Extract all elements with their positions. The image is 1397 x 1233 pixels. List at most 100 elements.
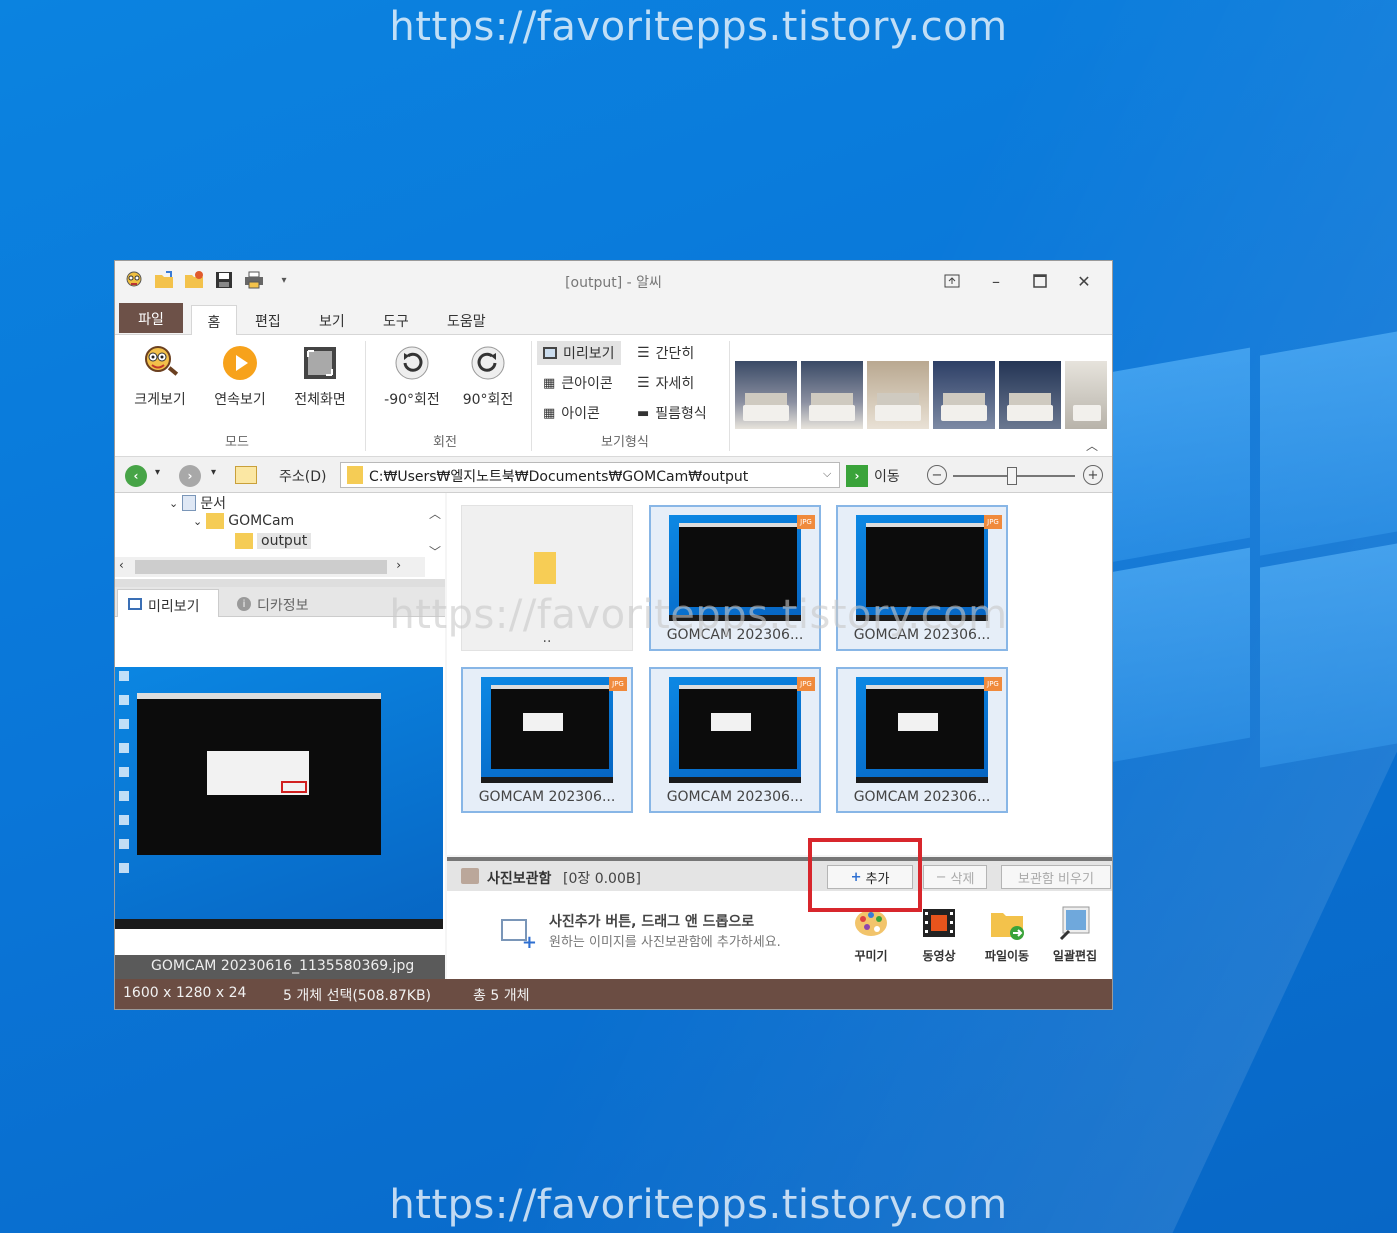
ribbon-collapse-icon[interactable]: ︿ [1086,437,1098,454]
tree-horizontal-scrollbar[interactable]: ‹ › [115,557,425,577]
zoom-in-icon[interactable]: + [1083,465,1103,485]
slideshow-label: 연속보기 [214,392,266,408]
view-option-icons[interactable]: ▦ 아이콘 [543,401,600,425]
album-delete-button[interactable]: − 삭제 [923,865,987,889]
rotate-left-label: -90°회전 [384,392,440,408]
file-thumbnail[interactable]: JPG GOMCAM 202306... [836,667,1008,813]
folder-move-icon [989,905,1025,941]
view-option-filmstrip[interactable]: ▬ 필름형식 [637,401,707,425]
tab-help[interactable]: 도움말 [435,305,498,335]
large-icons-icon: ▦ [543,375,556,391]
view-option-large-icons[interactable]: ▦ 큰아이콘 [543,371,613,395]
tree-item-gomcam[interactable]: ⌄ GOMCam [193,513,294,529]
view-option-simple[interactable]: ☰ 간단히 [637,341,694,365]
play-icon [220,343,260,383]
decorate-button[interactable]: 꾸미기 [841,905,901,964]
video-button[interactable]: 동영상 [909,905,969,964]
gallery-thumb[interactable] [735,361,797,429]
scrollbar-thumb[interactable] [135,560,387,574]
address-dropdown-icon[interactable]: ⌵ [823,467,831,481]
folder-icon [235,533,253,549]
file-thumbnail[interactable]: JPG GOMCAM 202306... [649,667,821,813]
ribbon-gallery [735,361,1107,429]
pane-splitter[interactable] [115,579,445,587]
scroll-right-icon[interactable]: › [396,558,401,572]
maximize-button[interactable] [1018,267,1062,295]
folder-icon [347,466,363,484]
go-label[interactable]: 이동 [874,466,900,486]
watermark-middle: https://favoritepps.tistory.com [389,592,1008,638]
gallery-thumb[interactable] [867,361,929,429]
album-hint-title: 사진추가 버튼, 드래그 앤 드롭으로 [549,914,755,930]
album-count: [0장 0.00B] [563,871,641,887]
status-bar: 1600 x 1280 x 24 5 개체 선택(508.87KB) 총 5 개… [115,979,1112,1009]
tab-tools[interactable]: 도구 [371,305,421,335]
tab-edit[interactable]: 편집 [243,305,293,335]
gallery-thumb[interactable] [801,361,863,429]
tab-file[interactable]: 파일 [119,303,183,333]
windows-logo [1110,320,1397,850]
rotate-right-button[interactable]: 90°회전 [453,343,523,409]
close-button[interactable]: ✕ [1062,267,1106,295]
jpg-badge-icon: JPG [797,677,815,691]
status-selection: 5 개체 선택(508.87KB) [283,988,432,1004]
album-hint-body: 원하는 이미지를 사진보관함에 추가하세요. [549,935,781,950]
tree-item-output[interactable]: output [235,533,312,549]
window-controls: – ✕ [930,267,1106,295]
zoom-out-icon[interactable]: − [927,465,947,485]
back-dropdown-icon[interactable]: ▾ [155,467,160,478]
jpg-badge-icon: JPG [984,677,1002,691]
mini-mode-icon[interactable] [930,267,974,295]
forward-dropdown-icon[interactable]: ▾ [211,467,216,478]
zoom-slider-thumb[interactable] [1006,467,1017,485]
status-dimensions: 1600 x 1280 x 24 [123,985,247,1001]
magnifier-mascot-icon [140,343,180,383]
scroll-left-icon[interactable]: ‹ [119,558,124,572]
status-total: 총 5 개체 [473,988,530,1004]
gallery-thumb[interactable] [1065,361,1107,429]
watermark-top: https://favoritepps.tistory.com [389,4,1008,50]
folder-tree: ⌄ 문서 ⌄ GOMCam output ︿ ﹀ ‹ › [115,493,445,579]
view-option-details[interactable]: ☰ 자세히 [637,371,694,395]
jpg-badge-icon: JPG [609,677,627,691]
list-view-icon: ☰ [637,345,650,361]
chevron-down-icon[interactable]: ⌄ [169,497,178,510]
photo-album-bar: 사진보관함 [0장 0.00B] + 추가 − 삭제 보관함 비우기 [447,857,1112,891]
rotate-left-button[interactable]: -90°회전 [377,343,447,409]
large-view-button[interactable]: 크게보기 [125,343,195,409]
small-icons-icon: ▦ [543,405,556,421]
red-highlight-box [808,838,922,912]
fullscreen-label: 전체화면 [294,392,346,408]
minimize-button[interactable]: – [974,267,1018,295]
batch-edit-button[interactable]: 일괄편집 [1045,905,1105,964]
back-icon[interactable]: ‹ [125,465,147,487]
tree-item-documents[interactable]: ⌄ 문서 [169,493,226,513]
preview-view-icon [543,347,557,359]
details-view-icon: ☰ [637,375,650,391]
album-clear-button[interactable]: 보관함 비우기 [1001,865,1111,889]
gallery-thumb[interactable] [933,361,995,429]
jpg-badge-icon: JPG [797,515,815,529]
file-thumbnail[interactable]: JPG GOMCAM 202306... [461,667,633,813]
large-view-label: 크게보기 [134,392,186,408]
tab-view[interactable]: 보기 [307,305,357,335]
forward-icon[interactable]: › [179,465,201,487]
address-input[interactable]: C:₩Users₩엘지노트북₩Documents₩GOMCam₩output [340,462,840,488]
move-files-button[interactable]: 파일이동 [977,905,1037,964]
fullscreen-button[interactable]: 전체화면 [285,343,355,409]
fullscreen-icon [300,343,340,383]
view-option-preview[interactable]: 미리보기 [537,341,621,365]
gallery-thumb[interactable] [999,361,1061,429]
slideshow-button[interactable]: 연속보기 [205,343,275,409]
tree-vertical-scrollbar[interactable]: ︿ ﹀ [429,495,441,571]
up-folder-icon[interactable] [235,466,257,484]
tab-home[interactable]: 홈 [191,305,237,335]
go-arrow-icon[interactable]: › [846,465,868,487]
chevron-down-icon[interactable]: ⌄ [193,515,202,528]
address-label: 주소(D) [279,469,327,485]
title-bar: ▾ [output] - 알씨 – ✕ [115,261,1112,301]
rotate-right-icon [468,343,508,383]
left-pane: ⌄ 문서 ⌄ GOMCam output ︿ ﹀ ‹ › 미리보기 i 디카정보… [115,493,445,979]
group-label-view: 보기형식 [601,435,649,450]
photo-album-body: + 사진추가 버튼, 드래그 앤 드롭으로 원하는 이미지를 사진보관함에 추가… [447,891,1112,979]
